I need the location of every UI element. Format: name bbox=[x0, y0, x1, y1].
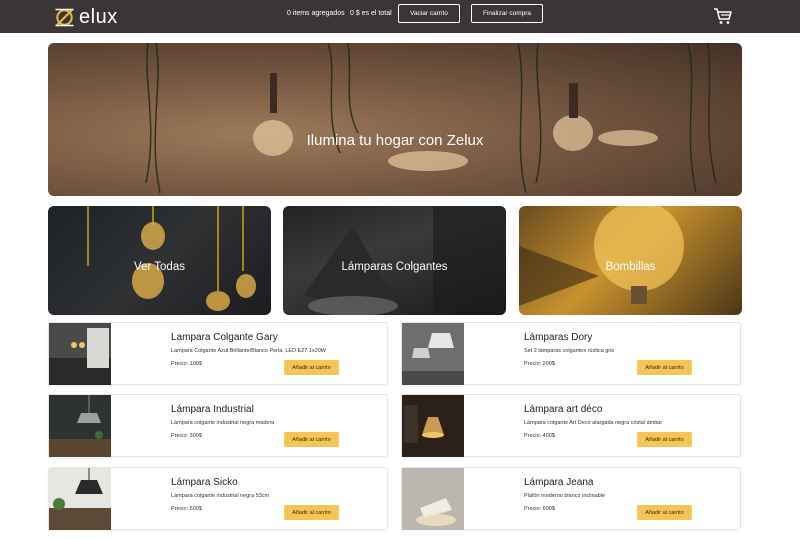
product-name: Lampara Colgante Gary bbox=[171, 332, 278, 343]
product-image bbox=[402, 395, 464, 457]
product-image bbox=[402, 323, 464, 385]
category-bombillas[interactable]: Bombillas bbox=[519, 206, 742, 315]
product-description: Set 2 lámparas colgantes rústica gris bbox=[524, 348, 615, 354]
category-lamparas-colgantes[interactable]: Lámparas Colgantes bbox=[283, 206, 506, 315]
product-card: Lámpara Industrial Lámpara colgante indu… bbox=[48, 394, 388, 457]
product-card: Lámpara Sicko Lámpara colgante industria… bbox=[48, 467, 388, 530]
product-price: Precio: 600$ bbox=[524, 506, 555, 512]
cart-items-count: 0 items agregados bbox=[287, 10, 345, 17]
product-price: Precio: 300$ bbox=[171, 433, 202, 439]
category-ver-todas[interactable]: Ver Todas bbox=[48, 206, 271, 315]
empty-cart-button[interactable]: Vaciar carrito bbox=[398, 4, 460, 23]
product-card: Lámpara art déco Lámpara colgante Art De… bbox=[401, 394, 741, 457]
product-name: Lámpara Jeana bbox=[524, 477, 594, 488]
product-price: Precio: 100$ bbox=[171, 361, 202, 367]
product-image bbox=[49, 323, 111, 385]
brand-logo[interactable]: elux bbox=[55, 5, 118, 29]
product-image bbox=[49, 395, 111, 457]
product-card: Lampara Colgante Gary Lampara Colgante A… bbox=[48, 322, 388, 385]
product-name: Lámpara Industrial bbox=[171, 404, 254, 415]
category-label: Bombillas bbox=[605, 261, 656, 273]
add-to-cart-button[interactable]: Añadir al carrito bbox=[637, 360, 692, 375]
product-description: Lámpara colgante Art Deco alargada negra… bbox=[524, 420, 663, 426]
product-description: Plafón moderno blanco inclinable bbox=[524, 493, 606, 499]
product-description: Lámpara colgante industrial negra madera bbox=[171, 420, 275, 426]
product-image bbox=[49, 468, 111, 530]
shopping-cart-icon[interactable] bbox=[713, 7, 733, 25]
add-to-cart-button[interactable]: Añadir al carrito bbox=[284, 505, 339, 520]
product-card: Lámparas Dory Set 2 lámparas colgantes r… bbox=[401, 322, 741, 385]
product-name: Lámpara art déco bbox=[524, 404, 603, 415]
product-price: Precio: 500$ bbox=[171, 506, 202, 512]
hero-title: Ilumina tu hogar con Zelux bbox=[306, 132, 484, 149]
product-price: Precio: 400$ bbox=[524, 433, 555, 439]
product-description: Lampara Colgante Azul Brillante/Blanco P… bbox=[171, 348, 327, 354]
add-to-cart-button[interactable]: Añadir al carrito bbox=[637, 505, 692, 520]
checkout-button[interactable]: Finalizar compra bbox=[471, 4, 543, 23]
category-label: Ver Todas bbox=[134, 261, 185, 273]
brand-name: elux bbox=[79, 5, 118, 28]
product-card: Lámpara Jeana Plafón moderno blanco incl… bbox=[401, 467, 741, 530]
add-to-cart-button[interactable]: Añadir al carrito bbox=[284, 360, 339, 375]
hero-banner: Ilumina tu hogar con Zelux bbox=[48, 43, 742, 196]
product-name: Lámpara Sicko bbox=[171, 477, 238, 488]
zelux-logo-icon bbox=[55, 8, 74, 26]
add-to-cart-button[interactable]: Añadir al carrito bbox=[284, 432, 339, 447]
cart-total: 0 $ es el total bbox=[350, 10, 392, 17]
add-to-cart-button[interactable]: Añadir al carrito bbox=[637, 432, 692, 447]
product-description: Lámpara colgante industrial negra 53cm bbox=[171, 493, 270, 499]
category-label: Lámparas Colgantes bbox=[341, 261, 448, 273]
hero-background-image bbox=[48, 43, 742, 196]
product-image bbox=[402, 468, 464, 530]
product-name: Lámparas Dory bbox=[524, 332, 593, 343]
navbar: elux 0 items agregados 0 $ es el total V… bbox=[0, 0, 800, 33]
product-price: Precio: 200$ bbox=[524, 361, 555, 367]
